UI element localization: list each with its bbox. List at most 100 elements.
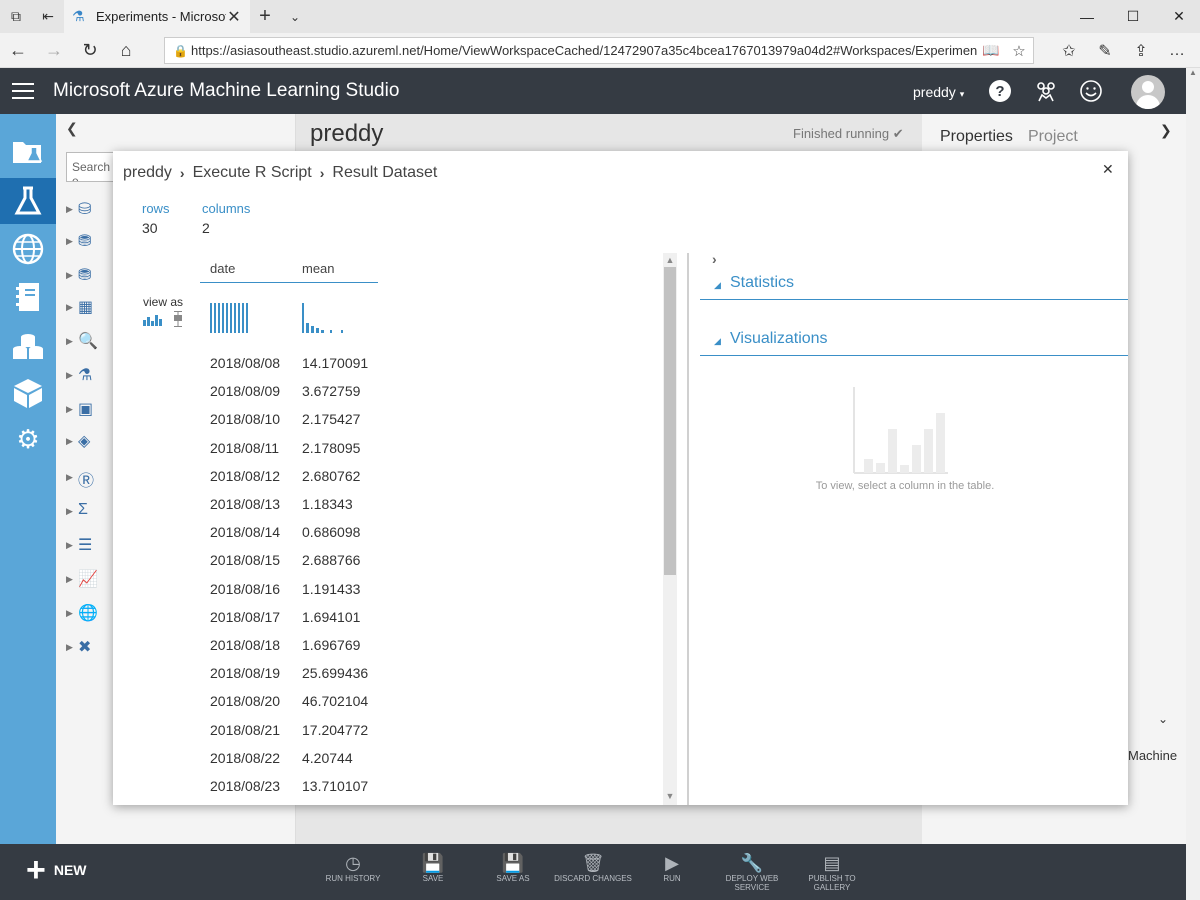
checkmark-icon: ✔	[892, 126, 904, 141]
close-tab-icon[interactable]: ✕	[226, 7, 242, 27]
publish-icon: ▤	[823, 853, 841, 873]
avatar[interactable]	[1131, 75, 1165, 109]
app-title: Microsoft Azure Machine Learning Studio	[53, 80, 400, 101]
panel-divider[interactable]	[687, 253, 689, 805]
table-cell-date: 2018/08/09	[210, 383, 281, 399]
scrollbar-thumb[interactable]	[664, 267, 676, 575]
set-aside-tabs-icon[interactable]: ⧉	[0, 0, 32, 33]
flask-icon: ⚗	[72, 8, 85, 24]
table-cell-mean: 13.710107	[302, 778, 369, 794]
feedback-smiley-icon[interactable]	[1077, 77, 1105, 105]
favorites-hub-icon[interactable]: ✩	[1050, 33, 1088, 68]
dataset-table: date mean 2018/08/08 14.170091 2018/08/09 3…	[200, 251, 680, 805]
column-header-date[interactable]: date	[210, 261, 235, 276]
publish-to-gallery-button[interactable]: ▤ PUBLISH TO GALLERY	[792, 852, 872, 892]
columns-label: columns	[202, 201, 251, 216]
maximize-icon[interactable]: ☐	[1110, 0, 1156, 33]
wrench-icon: 🔧	[740, 853, 764, 873]
table-cell-date: 2018/08/18	[210, 637, 281, 653]
scroll-up-icon[interactable]: ▲	[663, 255, 677, 265]
share-icon[interactable]: ⇪	[1122, 33, 1160, 68]
table-cell-mean: 14.170091	[302, 355, 369, 371]
visualizations-section[interactable]: ◢ Visualizations	[700, 326, 1128, 356]
trained-models-icon[interactable]	[0, 370, 56, 416]
url-input[interactable]: 🔒 https://asiasoutheast.studio.azureml.n…	[164, 37, 1034, 64]
settings-gear-icon[interactable]: ⚙	[0, 416, 56, 462]
table-cell-date: 2018/08/15	[210, 552, 281, 568]
breadcrumb-item[interactable]: preddy	[123, 164, 172, 182]
close-icon[interactable]: ✕	[1102, 161, 1114, 178]
save-as-button[interactable]: 💾 SAVE AS	[473, 852, 553, 883]
web-services-icon[interactable]	[0, 226, 56, 272]
left-nav-rail: ⚙	[0, 114, 56, 844]
projects-icon[interactable]	[0, 128, 56, 174]
table-scrollbar[interactable]: ▲ ▼	[663, 253, 677, 805]
forward-icon[interactable]: →	[36, 33, 72, 68]
histogram-view-icon[interactable]	[143, 314, 163, 329]
table-cell-date: 2018/08/10	[210, 411, 281, 427]
new-label: NEW	[53, 862, 87, 878]
statistics-section[interactable]: ◢ Statistics	[700, 270, 1128, 300]
table-cell-date: 2018/08/13	[210, 496, 281, 512]
reading-view-icon[interactable]: 📖	[977, 42, 1005, 59]
save-button[interactable]: 💾 SAVE	[393, 852, 473, 883]
save-as-label: SAVE AS	[496, 874, 530, 883]
run-label: RUN	[663, 874, 681, 883]
tab-project[interactable]: Project	[1028, 128, 1078, 146]
feature-selection-icon: 🔍	[78, 333, 98, 350]
deploy-web-service-button[interactable]: 🔧 DEPLOY WEB SERVICE	[712, 852, 792, 892]
boxplot-view-icon[interactable]	[173, 311, 183, 330]
run-button[interactable]: ▶ RUN	[632, 852, 712, 883]
columns-value: 2	[202, 220, 210, 236]
chevron-down-icon[interactable]: ⌄	[1158, 712, 1168, 726]
tab-title: Experiments - Microsoft	[96, 9, 226, 24]
tab-list-chevron-icon[interactable]: ⌄	[280, 10, 310, 24]
refresh-icon[interactable]: ↻	[72, 33, 108, 68]
table-cell-mean: 4.20744	[302, 750, 353, 766]
scroll-down-icon[interactable]: ▼	[663, 791, 677, 801]
help-icon[interactable]: ?	[989, 80, 1011, 102]
table-cell-mean: 1.18343	[302, 496, 353, 512]
mean-column-histogram[interactable]	[302, 301, 346, 333]
home-icon[interactable]: ⌂	[108, 33, 144, 68]
back-icon[interactable]: ←	[0, 33, 36, 68]
rows-label: rows	[142, 201, 170, 216]
breadcrumb-item[interactable]: Execute R Script	[193, 164, 312, 182]
notebooks-icon[interactable]	[0, 274, 56, 320]
visualizations-title: Visualizations	[730, 330, 828, 347]
table-cell-date: 2018/08/16	[210, 581, 281, 597]
experiments-icon[interactable]	[0, 178, 56, 224]
table-cell-mean: 1.696769	[302, 637, 361, 653]
datasets-icon[interactable]	[0, 324, 56, 370]
chevron-right-icon[interactable]: ›	[712, 251, 717, 267]
user-name: preddy	[913, 84, 956, 100]
page-scrollbar[interactable]: ▲	[1186, 68, 1200, 900]
experiment-title: preddy	[310, 120, 384, 147]
hamburger-menu-icon[interactable]	[0, 68, 46, 114]
table-cell-mean: 0.686098	[302, 524, 361, 540]
header-underline	[200, 282, 378, 283]
more-icon[interactable]: …	[1158, 33, 1196, 68]
minimize-icon[interactable]: —	[1064, 0, 1110, 33]
table-cell-mean: 2.178095	[302, 440, 361, 456]
favorite-star-icon[interactable]: ☆	[1005, 42, 1033, 60]
discard-changes-button[interactable]: 🗑 DISCARD CHANGES	[553, 852, 633, 883]
column-header-mean[interactable]: mean	[302, 261, 335, 276]
table-cell-date: 2018/08/20	[210, 693, 281, 709]
collapse-palette-icon[interactable]: ❮	[66, 120, 78, 137]
new-tab-icon[interactable]: +	[250, 5, 280, 28]
tab-preview-icon[interactable]: ⇤	[32, 0, 64, 33]
tab-properties[interactable]: Properties	[940, 128, 1013, 146]
close-window-icon[interactable]: ✕	[1156, 0, 1200, 33]
pen-icon[interactable]: ✎	[1086, 33, 1124, 68]
user-menu[interactable]: preddy ▾	[913, 84, 964, 100]
scroll-up-icon[interactable]: ▲	[1186, 68, 1200, 77]
table-cell-mean: 2.680762	[302, 468, 361, 484]
expand-panel-icon[interactable]: ❯	[1160, 122, 1172, 139]
new-button[interactable]: + NEW	[26, 853, 87, 887]
browser-tab[interactable]: ⚗ Experiments - Microsoft ✕	[64, 0, 250, 33]
rows-value: 30	[142, 220, 158, 236]
run-history-button[interactable]: ◷ RUN HISTORY	[313, 852, 393, 883]
community-icon[interactable]	[1032, 77, 1060, 105]
date-column-histogram[interactable]	[210, 301, 250, 333]
